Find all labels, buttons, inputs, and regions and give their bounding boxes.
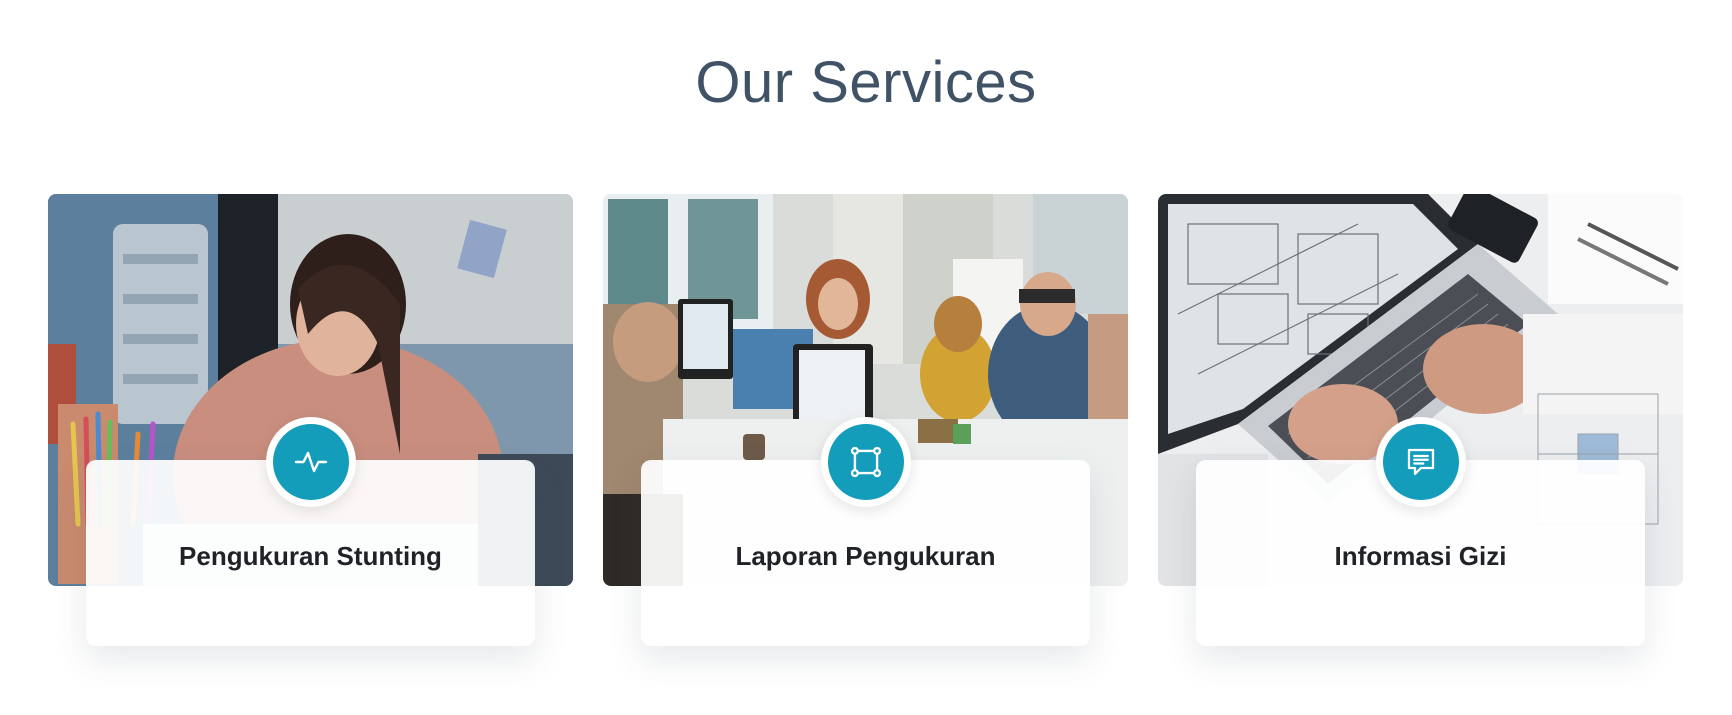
service-title[interactable]: Laporan Pengukuran <box>641 540 1090 572</box>
service-card-laporan-pengukuran[interactable]: Laporan Pengukuran <box>603 194 1128 654</box>
section-title: Our Services <box>695 50 1037 115</box>
message-square-icon <box>1383 424 1459 500</box>
crop-square-nodes-icon <box>828 424 904 500</box>
service-icon-badge <box>1376 417 1466 507</box>
service-card-informasi-gizi[interactable]: Informasi Gizi <box>1158 194 1683 654</box>
service-card-pengukuran-stunting[interactable]: Pengukuran Stunting <box>48 194 573 654</box>
service-title[interactable]: Pengukuran Stunting <box>86 540 535 572</box>
service-title[interactable]: Informasi Gizi <box>1196 540 1645 572</box>
service-icon-badge <box>266 417 356 507</box>
activity-pulse-icon <box>273 424 349 500</box>
service-icon-badge <box>821 417 911 507</box>
